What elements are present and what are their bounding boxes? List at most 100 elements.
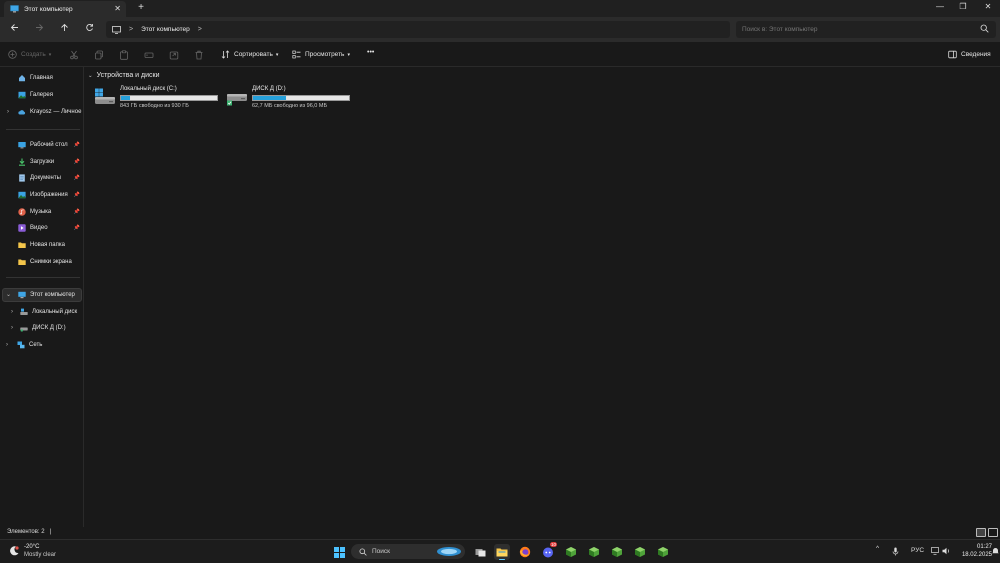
weather-temperature: -20°C [24,544,40,550]
sidebar-item-label: Документы [30,175,61,181]
cut-icon[interactable] [69,50,79,60]
taskbar-app-firefox[interactable] [517,544,533,560]
tray-overflow-chevron-icon[interactable]: ^ [876,545,879,552]
command-bar: Создать ▾ Сортировать ▾ Просмотреть ▾ ••… [0,42,1000,67]
rename-icon[interactable] [144,50,154,60]
details-view-button[interactable] [976,528,986,537]
sidebar-item-gallery[interactable]: Галерея [0,88,84,102]
home-icon [19,75,25,82]
new-tab-button[interactable]: + [136,2,146,13]
expand-chevron-icon[interactable]: › [6,342,8,348]
sidebar-item-network[interactable]: Сеть [0,338,84,352]
sidebar-item-screenshots[interactable]: Снимки экрана [0,255,84,269]
taskbar-app-cube-4[interactable] [632,544,648,560]
expand-chevron-icon[interactable]: › [11,325,13,331]
drive-usage-bar [252,95,350,101]
system-clock[interactable]: 01:27 18.02.2025 [958,543,992,559]
sidebar-item-onedrive[interactable]: Krayosz — Личное [0,105,84,119]
taskbar-app-cube-2[interactable] [586,544,602,560]
pin-icon: 📌 [73,209,80,215]
drive-usage-fill [121,96,131,100]
drive-tile-d[interactable]: ДИСК Д (D:) 62,7 МБ свободно из 96,0 МБ [226,86,356,112]
taskbar-app-discord[interactable]: 10 [540,542,557,560]
windows-logo-icon [333,546,345,558]
search-icon [980,24,989,33]
view-button[interactable]: Просмотреть ▾ [292,50,350,59]
divider [6,129,80,130]
start-button[interactable] [331,544,347,560]
taskbar-app-cube-1[interactable] [563,544,579,560]
sidebar-item-label: Видео [30,225,48,231]
sidebar-item-videos[interactable]: Видео 📌 [0,221,84,235]
refresh-button[interactable] [82,23,96,36]
search-input[interactable] [742,26,962,33]
details-pane-icon [948,50,957,59]
sidebar-item-label: Рабочий стол [30,142,68,148]
sidebar-item-downloads[interactable]: Загрузки 📌 [0,155,84,169]
search-box[interactable] [736,21,996,38]
sidebar-item-desktop[interactable]: Рабочий стол 📌 [0,138,84,152]
notification-bell-icon[interactable] [992,547,999,555]
sidebar-item-label: Музыка [30,209,52,215]
share-icon[interactable] [169,50,179,60]
tiles-view-button[interactable] [988,528,998,537]
expand-chevron-icon[interactable]: › [7,109,9,115]
taskbar-app-explorer[interactable] [494,544,510,560]
drive-tile-c[interactable]: Локальный диск (C:) 843 ГБ свободно из 9… [94,86,224,112]
taskbar-search-label: Поиск [372,548,391,555]
breadcrumb-chevron-icon[interactable]: > [198,26,202,33]
paste-icon[interactable] [119,50,129,60]
taskbar-app-cube-3[interactable] [609,544,625,560]
address-bar[interactable]: > Этот компьютер > [106,21,730,38]
details-button[interactable]: Сведения [948,50,991,59]
copy-icon[interactable] [94,50,104,60]
display-icon[interactable] [931,547,940,555]
breadcrumb-this-pc[interactable]: Этот компьютер [141,26,190,33]
taskbar-app-taskview[interactable] [472,544,488,560]
sidebar-item-documents[interactable]: Документы 📌 [0,171,84,185]
create-label: Создать [21,51,46,58]
navigation-pane: Главная Галерея Krayosz — Личное › Рабоч… [0,67,84,527]
sidebar-item-music[interactable]: Музыка 📌 [0,205,84,219]
pin-icon: 📌 [73,159,80,165]
more-options-button[interactable]: ••• [367,49,374,56]
forward-button[interactable] [32,23,46,36]
sort-button[interactable]: Сортировать ▾ [221,50,278,59]
sidebar-item-this-pc[interactable]: Этот компьютер [2,288,82,302]
taskbar-app-cube-5[interactable] [655,544,671,560]
sidebar-item-label: Галерея [30,92,54,98]
microphone-icon[interactable] [892,547,899,556]
search-highlight-icon [437,547,461,556]
volume-icon[interactable] [942,547,951,555]
sidebar-item-label: Главная [30,75,53,81]
tab-this-pc[interactable]: Этот компьютер ✕ [4,1,126,17]
language-indicator[interactable]: РУС [911,547,924,554]
sort-label: Сортировать [234,51,273,58]
gallery-icon [18,91,26,99]
group-header-devices[interactable]: ⌄ Устройства и диски [88,72,160,79]
expand-chevron-icon[interactable]: › [11,309,13,315]
address-row: > Этот компьютер > [0,17,1000,42]
sidebar-item-home[interactable]: Главная [0,71,84,85]
create-button[interactable]: Создать ▾ [8,50,51,59]
maximize-button[interactable]: ❐ [957,2,969,11]
sidebar-item-label: Снимки экрана [30,259,72,265]
sidebar-item-label: Локальный диск [32,309,78,315]
up-button[interactable] [57,23,71,36]
close-tab-icon[interactable]: ✕ [114,4,121,13]
arrow-left-icon [10,24,18,31]
video-icon [18,224,26,232]
trash-icon[interactable] [194,50,204,60]
back-button[interactable] [7,23,21,36]
minimize-button[interactable]: — [934,2,946,11]
sidebar-item-pictures[interactable]: Изображения 📌 [0,188,84,202]
sidebar-item-label: Изображения [30,192,68,198]
green-cube-icon [658,547,668,557]
chevron-down-icon: ▾ [275,51,279,58]
collapse-chevron-icon[interactable]: ⌄ [6,291,11,298]
close-window-button[interactable]: ✕ [982,2,994,11]
drive-name: Локальный диск (C:) [120,86,177,92]
sidebar-item-new-folder[interactable]: Новая папка [0,238,84,252]
taskbar-search[interactable]: Поиск [351,544,465,559]
weather-widget[interactable]: -20°C Mostly clear [8,543,56,559]
